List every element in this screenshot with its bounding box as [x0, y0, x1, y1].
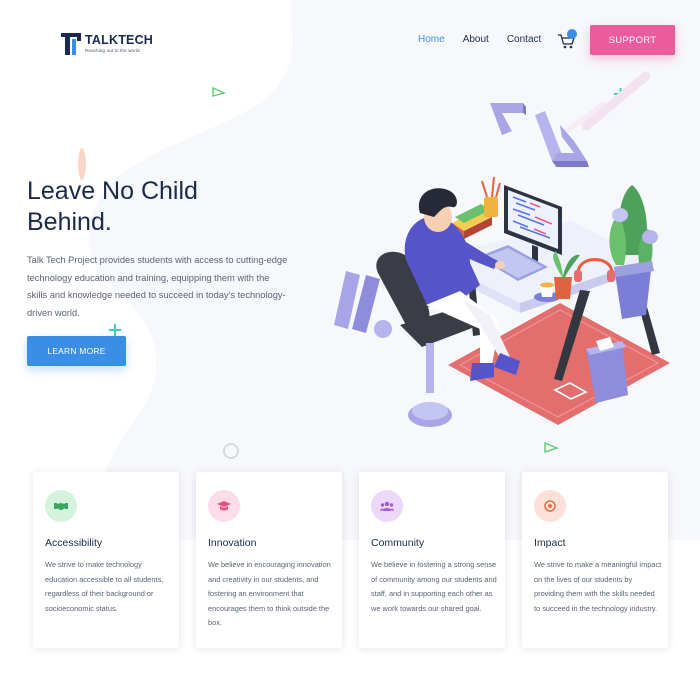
hero-title: Leave No Child Behind. — [27, 177, 198, 236]
nav-about-link[interactable]: About — [463, 34, 489, 45]
target-icon — [534, 490, 566, 522]
nav-contact-link[interactable]: Contact — [507, 34, 541, 45]
brand-name: TALKTECH — [85, 33, 154, 48]
people-icon — [371, 490, 403, 522]
feature-title: Accessibility — [45, 537, 103, 549]
feature-text: We believe in fostering a strong sense o… — [371, 560, 497, 613]
handshake-icon — [45, 490, 77, 522]
feature-card-community: Community We believe in fostering a stro… — [359, 472, 505, 648]
plus-decoration — [109, 324, 121, 336]
support-button[interactable]: SUPPORT — [590, 25, 675, 55]
cart-badge — [567, 29, 577, 39]
feature-card-innovation: Innovation We believe in encouraging inn… — [196, 472, 342, 648]
main-nav: Home About Contact — [418, 34, 559, 45]
hero-description: Talk Tech Project provides students with… — [27, 255, 288, 318]
hero-illustration — [334, 103, 670, 427]
feature-text: We strive to make a meaningful impact on… — [534, 560, 662, 613]
cactus-icon — [609, 185, 654, 319]
learn-more-button[interactable]: LEARN MORE — [27, 336, 126, 366]
code-brackets-icon — [490, 103, 589, 167]
page: TALKTECH Reaching out to the world Home … — [0, 0, 700, 700]
site-header: TALKTECH Reaching out to the world Home … — [0, 0, 700, 80]
graduation-cap-icon — [208, 490, 240, 522]
logo-mark-icon — [61, 33, 81, 55]
feature-text: We strive to make technology education a… — [45, 560, 164, 613]
feature-card-accessibility: Accessibility We strive to make technolo… — [33, 472, 179, 648]
feature-text: We believe in encouraging innovation and… — [208, 560, 331, 628]
brand-logo[interactable]: TALKTECH Reaching out to the world — [60, 30, 160, 58]
feature-card-impact: Impact We strive to make a meaningful im… — [522, 472, 668, 648]
logo-text: TALKTECH Reaching out to the world — [85, 34, 153, 53]
nav-home-link[interactable]: Home — [418, 34, 445, 45]
feature-title: Impact — [534, 537, 566, 549]
feature-title: Innovation — [208, 537, 257, 549]
brand-tagline: Reaching out to the world — [85, 47, 140, 53]
triangle-decoration — [212, 86, 227, 97]
feature-title: Community — [371, 537, 425, 549]
